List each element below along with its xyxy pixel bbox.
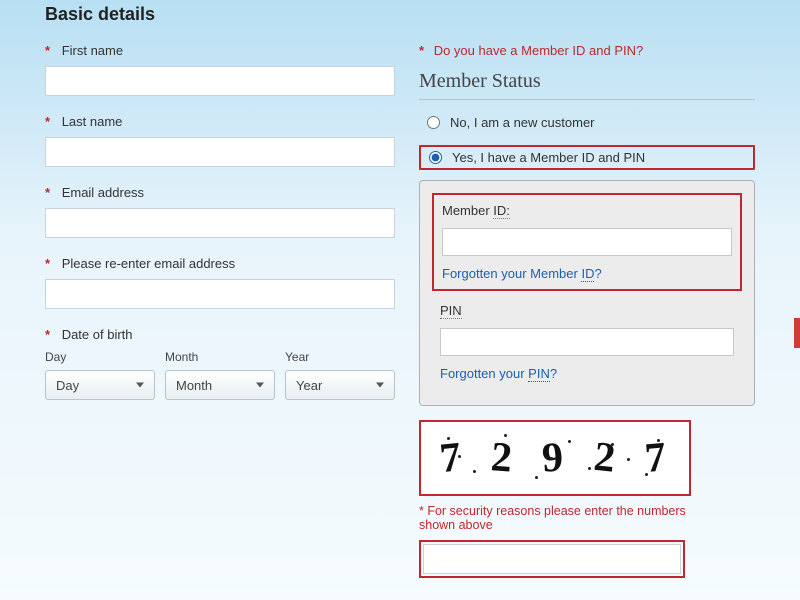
- dob-year-value: Year: [296, 378, 322, 393]
- chevron-down-icon: [136, 383, 144, 388]
- chevron-down-icon: [376, 383, 384, 388]
- pin-block: PIN Forgotten your PIN?: [432, 295, 742, 389]
- member-status-column: * Do you have a Member ID and PIN? Membe…: [419, 43, 755, 578]
- reemail-label: Please re-enter email address: [62, 256, 235, 271]
- required-icon: *: [45, 327, 50, 342]
- radio-have-member-id-label: Yes, I have a Member ID and PIN: [452, 150, 645, 165]
- first-name-input[interactable]: [45, 66, 395, 96]
- dob-day-label: Day: [45, 350, 155, 364]
- captcha-digit: 7: [438, 433, 468, 483]
- email-input[interactable]: [45, 208, 395, 238]
- dob-label: Date of birth: [62, 327, 133, 342]
- member-status-title: Member Status: [419, 70, 755, 100]
- section-title: Basic details: [45, 0, 755, 25]
- email-row: * Email address: [45, 185, 395, 238]
- required-icon: *: [45, 114, 50, 129]
- radio-have-member-id-input[interactable]: [429, 151, 442, 164]
- captcha-digit: 2: [490, 433, 518, 483]
- required-icon: *: [419, 43, 424, 58]
- form-content: Basic details * First name * Last name: [20, 0, 780, 600]
- email-label: Email address: [62, 185, 144, 200]
- radio-have-member-id[interactable]: Yes, I have a Member ID and PIN: [419, 145, 755, 170]
- required-icon: *: [45, 185, 50, 200]
- dob-year-label: Year: [285, 350, 395, 364]
- captcha-image: 7 2 9 2 7: [419, 420, 691, 496]
- first-name-label: First name: [62, 43, 123, 58]
- last-name-row: * Last name: [45, 114, 395, 167]
- last-name-input[interactable]: [45, 137, 395, 167]
- radio-new-customer-label: No, I am a new customer: [450, 115, 595, 130]
- forgot-member-id-link[interactable]: Forgotten your Member ID?: [442, 266, 732, 281]
- dob-month-select[interactable]: Month: [165, 370, 275, 400]
- dob-row: * Date of birth Day Day Month: [45, 327, 395, 400]
- member-credentials-panel: Member ID: Forgotten your Member ID? PIN: [419, 180, 755, 406]
- member-id-input[interactable]: [442, 228, 732, 256]
- captcha-digit: 2: [591, 433, 621, 483]
- dob-year-select[interactable]: Year: [285, 370, 395, 400]
- member-id-label: Member ID:: [442, 203, 732, 218]
- dob-day-value: Day: [56, 378, 79, 393]
- radio-new-customer-input[interactable]: [427, 116, 440, 129]
- captcha-digit: 9: [541, 433, 568, 482]
- first-name-row: * First name: [45, 43, 395, 96]
- reemail-row: * Please re-enter email address: [45, 256, 395, 309]
- member-question-text: Do you have a Member ID and PIN?: [434, 43, 644, 58]
- captcha-input-highlight: [419, 540, 685, 578]
- pin-label: PIN: [440, 303, 734, 318]
- basic-details-column: * First name * Last name * Email add: [45, 43, 395, 578]
- dob-day-select[interactable]: Day: [45, 370, 155, 400]
- member-question-label: * Do you have a Member ID and PIN?: [419, 43, 755, 58]
- overflow-accent-bar: [794, 318, 800, 348]
- forgot-pin-link[interactable]: Forgotten your PIN?: [440, 366, 734, 381]
- dob-month-label: Month: [165, 350, 275, 364]
- chevron-down-icon: [256, 383, 264, 388]
- required-icon: *: [45, 43, 50, 58]
- last-name-label: Last name: [62, 114, 123, 129]
- captcha-instruction: * For security reasons please enter the …: [419, 504, 691, 532]
- reemail-input[interactable]: [45, 279, 395, 309]
- member-id-block: Member ID: Forgotten your Member ID?: [432, 193, 742, 291]
- captcha-input[interactable]: [423, 544, 681, 574]
- dob-month-value: Month: [176, 378, 212, 393]
- radio-new-customer[interactable]: No, I am a new customer: [419, 112, 755, 133]
- pin-input[interactable]: [440, 328, 734, 356]
- required-icon: *: [45, 256, 50, 271]
